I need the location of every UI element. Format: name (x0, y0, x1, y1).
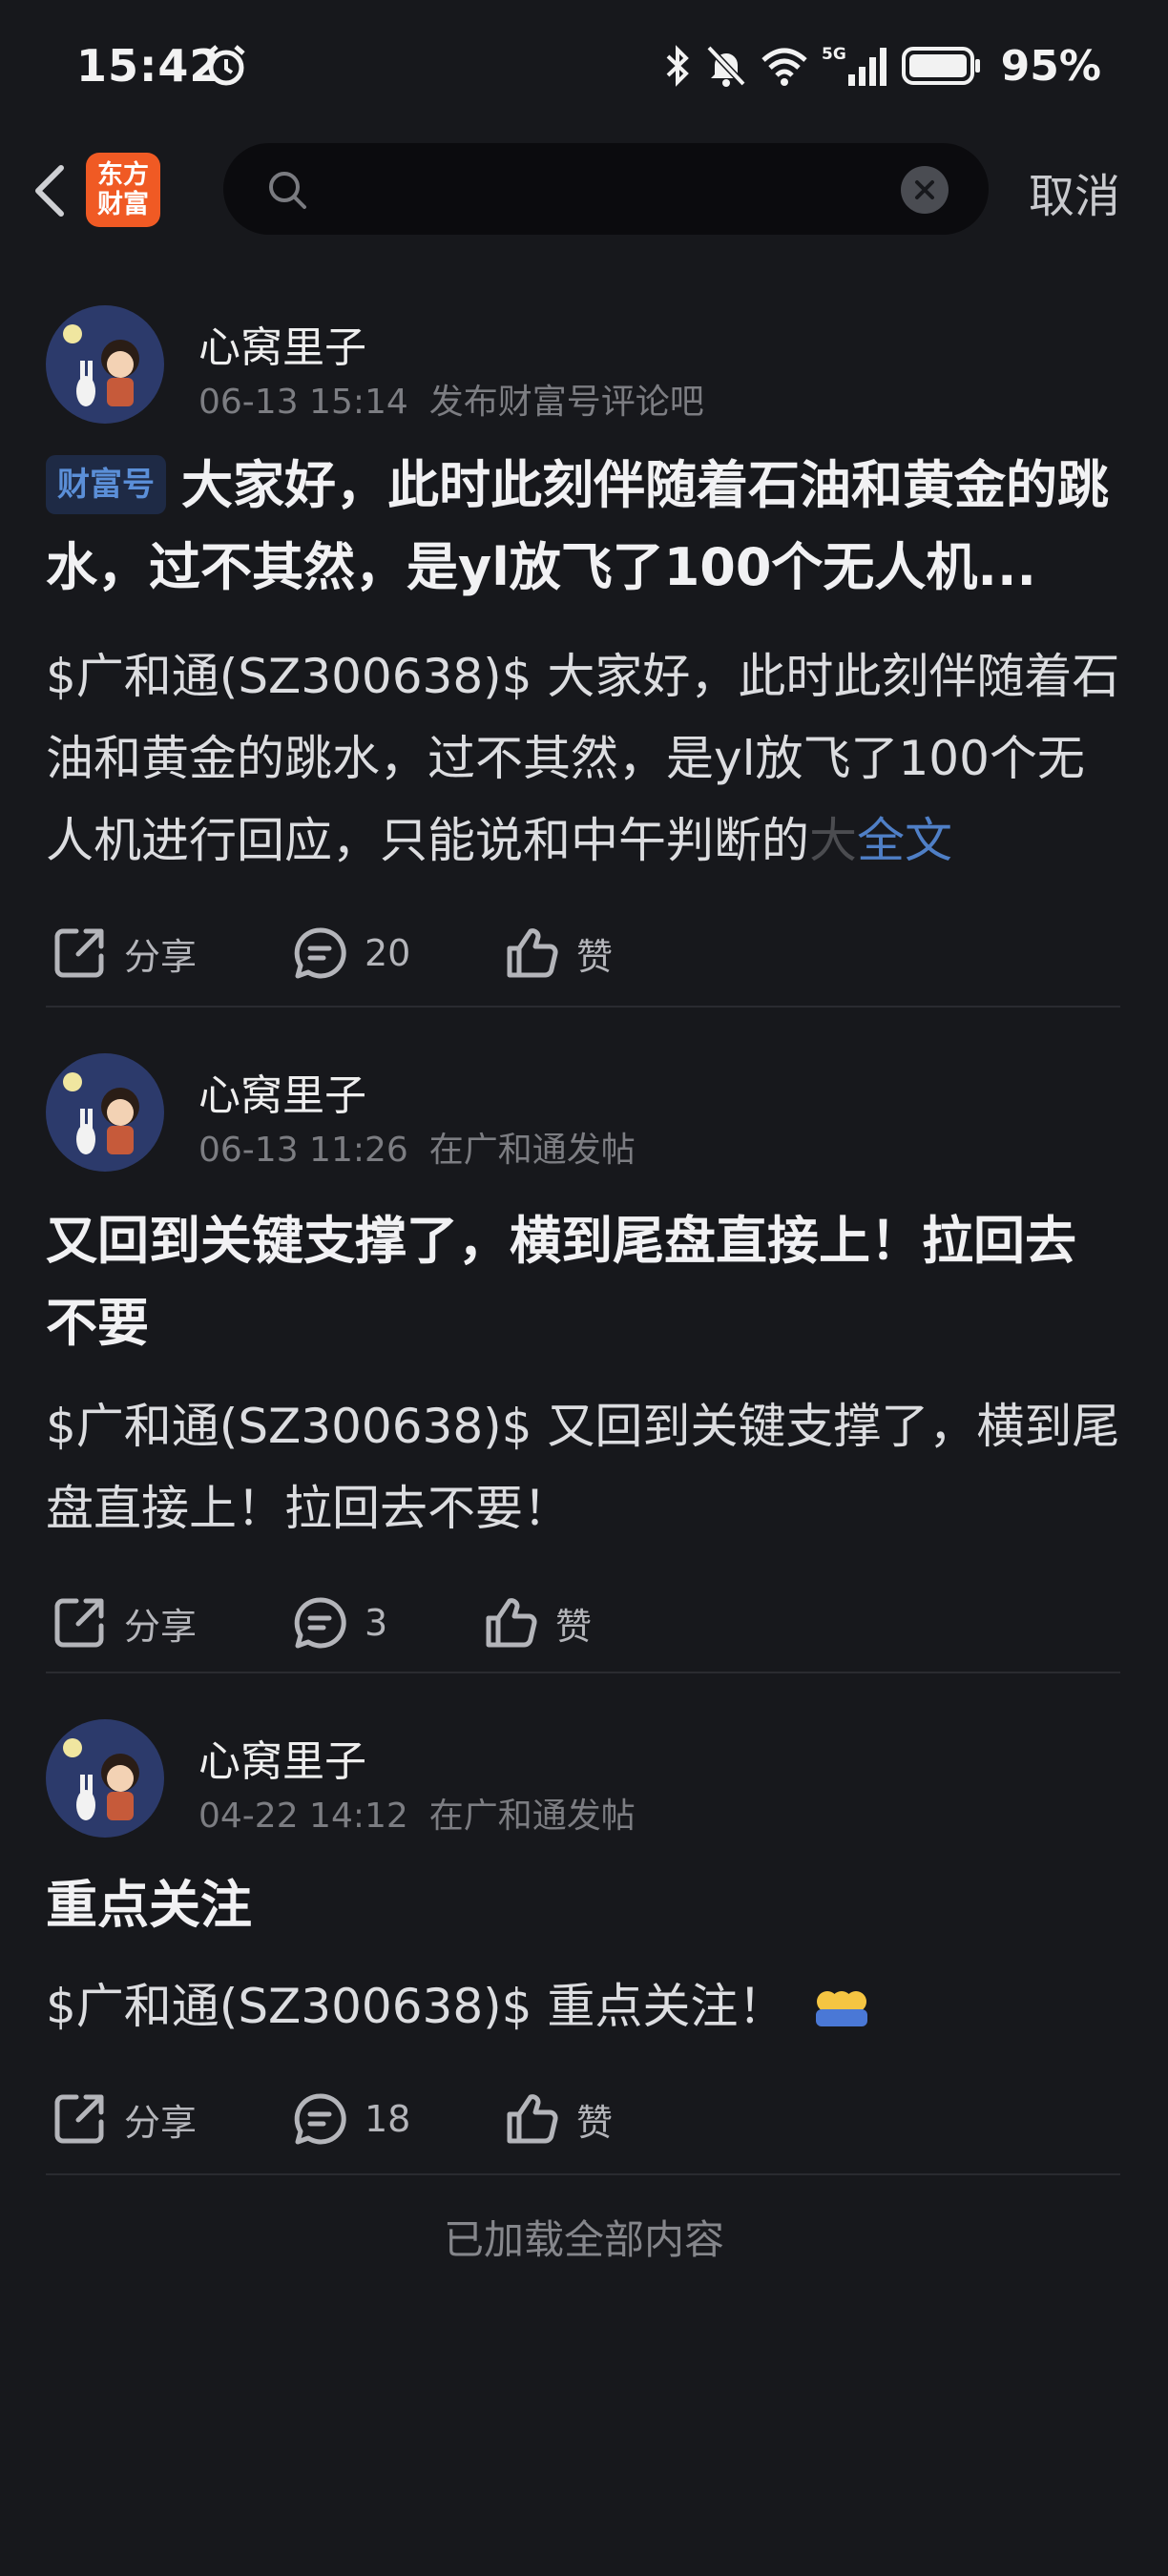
status-bar: 15:42 5G 95% (0, 0, 1168, 134)
comment-button[interactable]: 3 (292, 1589, 387, 1656)
full-text-link[interactable]: 全文 (857, 813, 952, 868)
post-body[interactable]: $广和通(SZ300638)$ 大家好，此时此刻伴随着石油和黄金的跳水，过不其然… (46, 635, 1120, 882)
share-button[interactable]: 分享 (52, 920, 197, 987)
comment-icon (294, 2093, 346, 2145)
post-date: 06-13 15:14 (198, 383, 408, 422)
share-label: 分享 (124, 2101, 198, 2144)
close-icon (915, 180, 934, 199)
battery-icon (901, 47, 980, 85)
search-box[interactable] (223, 143, 989, 235)
post-date: 06-13 11:26 (198, 1131, 408, 1170)
avatar-image (46, 1053, 164, 1172)
search-input[interactable] (319, 143, 891, 235)
avatar-image (46, 305, 164, 424)
avatar[interactable] (46, 305, 164, 424)
post-meta: 04-22 14:12 在广和通发帖 (198, 1788, 636, 1838)
post-meta: 06-13 11:26 在广和通发帖 (198, 1122, 636, 1172)
post-body[interactable]: $广和通(SZ300638)$ 又回到关键支撑了，横到尾盘直接上！拉回去不要！ (46, 1385, 1120, 1549)
avatar[interactable] (46, 1719, 164, 1838)
post-actions: 分享 18 赞 (46, 2086, 1120, 2152)
post-body-text: $广和通(SZ300638)$ 大家好，此时此刻伴随着石油和黄金的跳水，过不其然… (46, 649, 1120, 868)
post-body[interactable]: $广和通(SZ300638)$ 重点关注！ (46, 1965, 1120, 2047)
share-icon (54, 2094, 104, 2144)
post-title[interactable]: 又回到关键支撑了，横到尾盘直接上！拉回去不要 (46, 1200, 1120, 1364)
post-card[interactable]: 心窝里子 06-13 15:14 发布财富号评论吧 财富号 大家好，此时此刻伴随着石… (46, 305, 1120, 992)
share-icon (54, 1598, 104, 1648)
alarm-icon (207, 45, 245, 86)
post-body-text: $广和通(SZ300638)$ 重点关注！ (46, 1979, 786, 2034)
post-title-text: 大家好，此时此刻伴随着石油和黄金的跳水，过不其然，是yl放飞了100个无人机..… (46, 455, 1109, 597)
thumbs-up-icon (486, 1598, 537, 1648)
divider (46, 1672, 1120, 1673)
post-card[interactable]: 心窝里子 04-22 14:12 在广和通发帖 重点关注 $广和通(SZ30063… (46, 1719, 1120, 2145)
wifi-icon (761, 48, 807, 86)
post-source: 发布财富号评论吧 (428, 383, 704, 422)
comment-icon (294, 1597, 346, 1649)
post-body-fade: 大 (809, 813, 857, 868)
cancel-button[interactable]: 取消 (1029, 158, 1120, 225)
logo-line-2: 财富 (97, 190, 149, 219)
post-card[interactable]: 心窝里子 06-13 11:26 在广和通发帖 又回到关键支撑了，横到尾盘直接上！… (46, 1053, 1120, 1664)
like-button[interactable]: 赞 (504, 2086, 613, 2152)
like-label: 赞 (576, 2101, 614, 2144)
post-title[interactable]: 财富号 大家好，此时此刻伴随着石油和黄金的跳水，过不其然，是yl放飞了100个无人… (46, 445, 1120, 609)
comment-icon (294, 927, 346, 979)
5g-signal-icon: 5G (822, 45, 886, 86)
thumbs-up-icon (507, 928, 558, 978)
like-label: 赞 (576, 935, 614, 978)
caifuhao-badge: 财富号 (46, 455, 166, 514)
like-button[interactable]: 赞 (504, 920, 613, 987)
like-button[interactable]: 赞 (483, 1589, 592, 1656)
post-actions: 分享 20 赞 (46, 920, 1120, 987)
author-name[interactable]: 心窝里子 (198, 1061, 366, 1122)
post-source: 在广和通发帖 (428, 1797, 636, 1836)
app-logo[interactable]: 东方 财富 (86, 153, 160, 227)
share-icon (54, 928, 104, 978)
post-date: 04-22 14:12 (198, 1797, 408, 1836)
status-icons: 5G 95% (663, 41, 1101, 91)
divider (46, 2173, 1120, 2175)
top-bar: 东方 财富 取消 (0, 134, 1168, 248)
thumbs-up-icon (507, 2094, 558, 2144)
comment-count: 3 (365, 1602, 388, 1644)
comment-button[interactable]: 18 (292, 2086, 410, 2152)
share-label: 分享 (124, 935, 198, 978)
emoji-icon (816, 1991, 868, 2026)
status-time: 15:42 (76, 40, 221, 92)
svg-text:5G: 5G (822, 45, 846, 64)
back-arrow-icon[interactable] (23, 160, 76, 221)
share-button[interactable]: 分享 (52, 1589, 197, 1656)
bluetooth-icon (666, 45, 689, 87)
clear-search-button[interactable] (901, 166, 949, 214)
mute-icon (706, 45, 746, 87)
author-name[interactable]: 心窝里子 (198, 1727, 366, 1788)
post-meta: 06-13 15:14 发布财富号评论吧 (198, 374, 704, 424)
comment-count: 20 (365, 932, 411, 974)
battery-percent: 95% (1000, 41, 1101, 91)
post-title[interactable]: 重点关注 (46, 1864, 1120, 1946)
search-icon (269, 172, 306, 209)
logo-line-1: 东方 (97, 160, 149, 190)
divider (46, 1006, 1120, 1008)
share-label: 分享 (124, 1605, 198, 1648)
like-label: 赞 (555, 1605, 593, 1648)
post-source: 在广和通发帖 (428, 1131, 636, 1170)
author-name[interactable]: 心窝里子 (198, 313, 366, 374)
avatar-image (46, 1719, 164, 1838)
share-button[interactable]: 分享 (52, 2086, 197, 2152)
post-actions: 分享 3 赞 (46, 1589, 1120, 1656)
comment-button[interactable]: 20 (292, 920, 410, 987)
avatar[interactable] (46, 1053, 164, 1172)
comment-count: 18 (365, 2098, 411, 2140)
all-loaded-notice: 已加载全部内容 (443, 2216, 724, 2263)
